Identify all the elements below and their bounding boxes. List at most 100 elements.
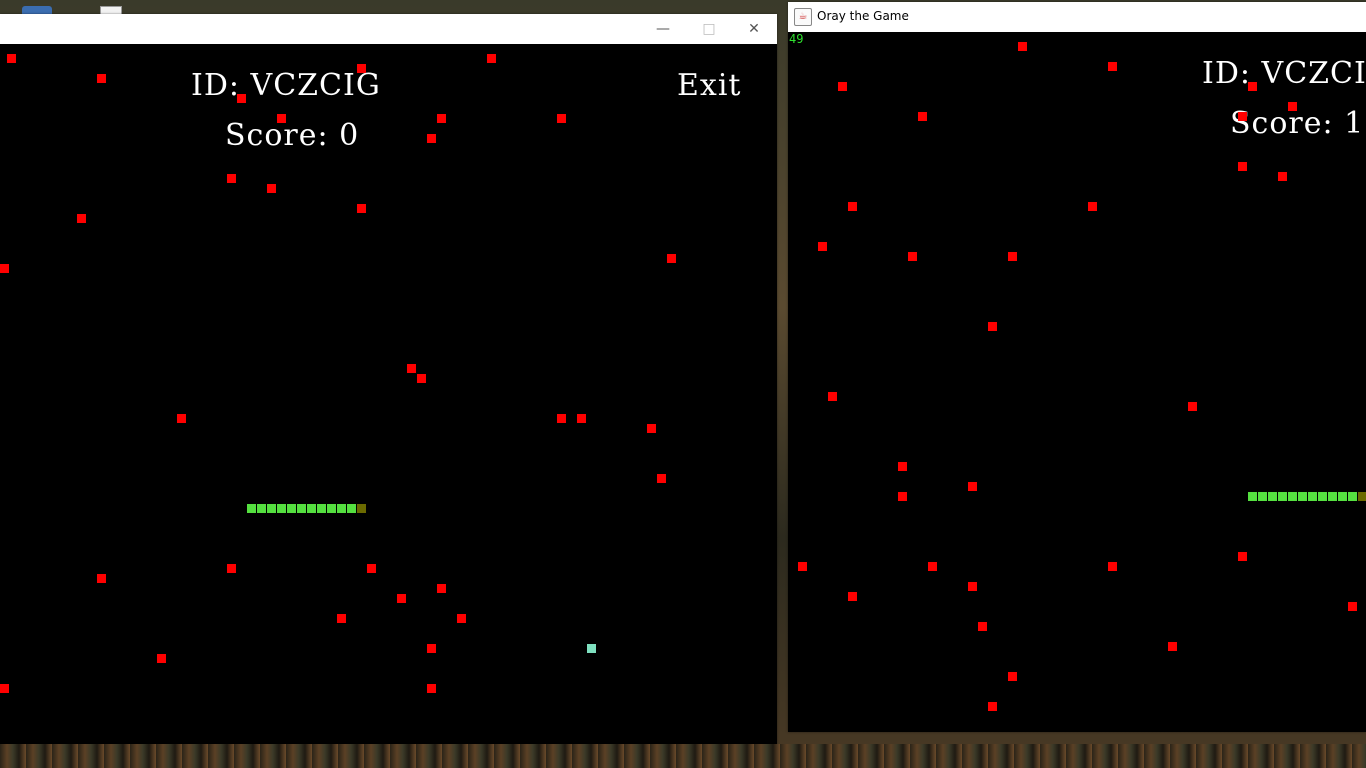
food-pellet (1108, 562, 1117, 571)
food-pellet (848, 592, 857, 601)
food-pellet (177, 414, 186, 423)
game-canvas[interactable]: ID: VCZCIG Score: 0 Exit (0, 44, 777, 745)
food-pellet (397, 594, 406, 603)
food-pellet (898, 492, 907, 501)
food-pellet (427, 134, 436, 143)
food-pellet (908, 252, 917, 261)
game-canvas[interactable]: 49 ID: VCZCIG Score: 11 (788, 32, 1366, 732)
snake-segment (1328, 492, 1337, 501)
food-pellet (557, 114, 566, 123)
snake-segment (257, 504, 266, 513)
food-pellet (157, 654, 166, 663)
food-pellet (437, 584, 446, 593)
food-pellet (0, 684, 9, 693)
snake-segment (287, 504, 296, 513)
food-pellet (367, 564, 376, 573)
snake-segment (1278, 492, 1287, 501)
title-bar[interactable]: — □ ✕ (0, 14, 777, 44)
bonus-pellet (587, 644, 596, 653)
snake-segment (1248, 492, 1257, 501)
food-pellet (838, 82, 847, 91)
snake-head (1358, 492, 1366, 501)
snake-head (357, 504, 366, 513)
food-pellet (1348, 602, 1357, 611)
snake-segment (297, 504, 306, 513)
food-pellet (1288, 102, 1297, 111)
food-pellet (988, 702, 997, 711)
food-pellet (97, 574, 106, 583)
food-pellet (828, 392, 837, 401)
food-pellet (427, 644, 436, 653)
snake-segment (1318, 492, 1327, 501)
snake-segment (1268, 492, 1277, 501)
food-pellet (1008, 252, 1017, 261)
player-id-label: ID: VCZCIG (191, 68, 381, 103)
snake-segment (1348, 492, 1357, 501)
food-pellet (227, 564, 236, 573)
snake-segment (1288, 492, 1297, 501)
java-cup-icon: ☕ (794, 8, 812, 26)
player-id-label: ID: VCZCIG (1202, 56, 1366, 91)
snake-segment (1258, 492, 1267, 501)
food-pellet (267, 184, 276, 193)
window-title: Oray the Game (817, 9, 909, 23)
food-pellet (487, 54, 496, 63)
food-pellet (1238, 112, 1247, 121)
food-pellet (1248, 82, 1257, 91)
snake-segment (1338, 492, 1347, 501)
minimize-button[interactable]: — (640, 14, 686, 44)
snake-segment (247, 504, 256, 513)
food-pellet (0, 264, 9, 273)
food-pellet (918, 112, 927, 121)
food-pellet (968, 482, 977, 491)
food-pellet (898, 462, 907, 471)
snake-segment (337, 504, 346, 513)
food-pellet (407, 364, 416, 373)
food-pellet (237, 94, 246, 103)
food-pellet (848, 202, 857, 211)
food-pellet (1168, 642, 1177, 651)
food-pellet (357, 204, 366, 213)
food-pellet (77, 214, 86, 223)
snake-segment (327, 504, 336, 513)
snake-segment (1308, 492, 1317, 501)
food-pellet (337, 614, 346, 623)
food-pellet (97, 74, 106, 83)
score-label: Score: 11 (1230, 106, 1366, 141)
food-pellet (7, 54, 16, 63)
food-pellet (1278, 172, 1287, 181)
food-pellet (1108, 62, 1117, 71)
food-pellet (928, 562, 937, 571)
food-pellet (557, 414, 566, 423)
snake-segment (1298, 492, 1307, 501)
food-pellet (798, 562, 807, 571)
snake-segment (347, 504, 356, 513)
score-label: Score: 0 (225, 118, 360, 153)
food-pellet (667, 254, 676, 263)
maximize-button[interactable]: □ (686, 14, 732, 44)
snake-segment (267, 504, 276, 513)
food-pellet (277, 114, 286, 123)
food-pellet (457, 614, 466, 623)
food-pellet (417, 374, 426, 383)
food-pellet (1238, 552, 1247, 561)
food-pellet (657, 474, 666, 483)
game-window-left: — □ ✕ ID: VCZCIG Score: 0 Exit (0, 14, 777, 745)
food-pellet (988, 322, 997, 331)
food-pellet (818, 242, 827, 251)
close-button[interactable]: ✕ (731, 14, 777, 44)
food-pellet (1238, 162, 1247, 171)
snake-segment (277, 504, 286, 513)
snake-segment (307, 504, 316, 513)
fps-counter: 49 (789, 32, 804, 46)
food-pellet (437, 114, 446, 123)
food-pellet (1018, 42, 1027, 51)
food-pellet (1188, 402, 1197, 411)
food-pellet (647, 424, 656, 433)
food-pellet (1088, 202, 1097, 211)
food-pellet (227, 174, 236, 183)
food-pellet (968, 582, 977, 591)
exit-button[interactable]: Exit (677, 68, 741, 103)
desktop-wallpaper (0, 744, 1366, 768)
title-bar[interactable]: ☕ Oray the Game (788, 2, 1366, 32)
